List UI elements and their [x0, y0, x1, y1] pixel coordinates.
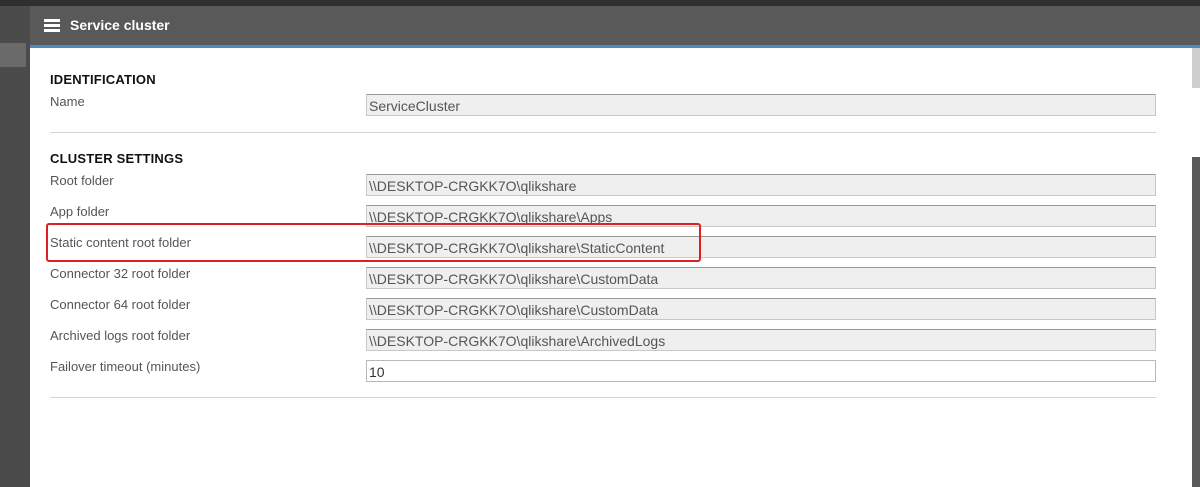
app-folder-field[interactable]: \\DESKTOP-CRGKK7O\qlikshare\Apps: [366, 205, 1156, 227]
static-content-root-folder-field[interactable]: \\DESKTOP-CRGKK7O\qlikshare\StaticConten…: [366, 236, 1156, 258]
static-content-root-folder-label: Static content root folder: [50, 235, 191, 250]
failover-timeout-label: Failover timeout (minutes): [50, 359, 201, 374]
connector-64-root-folder-field[interactable]: \\DESKTOP-CRGKK7O\qlikshare\CustomData: [366, 298, 1156, 320]
app-folder-label: App folder: [50, 204, 110, 219]
name-label: Name: [50, 94, 85, 109]
panel-title: Service cluster: [70, 17, 170, 33]
left-panel-strip: [0, 0, 30, 487]
scrollbar-thumb[interactable]: [1192, 157, 1200, 487]
failover-timeout-input[interactable]: 10: [366, 360, 1156, 382]
archived-logs-root-folder-field[interactable]: \\DESKTOP-CRGKK7O\qlikshare\ArchivedLogs: [366, 329, 1156, 351]
server-stack-icon: [44, 19, 60, 32]
bottom-divider: [50, 397, 1156, 398]
root-folder-label: Root folder: [50, 173, 114, 188]
name-field[interactable]: ServiceCluster: [366, 94, 1156, 116]
connector-32-root-folder-label: Connector 32 root folder: [50, 266, 191, 281]
identification-heading: IDENTIFICATION: [50, 72, 156, 87]
cluster-settings-heading: CLUSTER SETTINGS: [50, 151, 184, 166]
root-folder-field[interactable]: \\DESKTOP-CRGKK7O\qlikshare: [366, 174, 1156, 196]
section-divider: [50, 132, 1156, 133]
panel-header: Service cluster: [30, 6, 1200, 46]
scrollbar-track-top[interactable]: [1192, 48, 1200, 88]
connector-64-root-folder-label: Connector 64 root folder: [50, 297, 191, 312]
left-panel-tab[interactable]: [0, 43, 26, 67]
connector-32-root-folder-field[interactable]: \\DESKTOP-CRGKK7O\qlikshare\CustomData: [366, 267, 1156, 289]
archived-logs-root-folder-label: Archived logs root folder: [50, 328, 191, 343]
left-strip-top: [0, 0, 30, 6]
